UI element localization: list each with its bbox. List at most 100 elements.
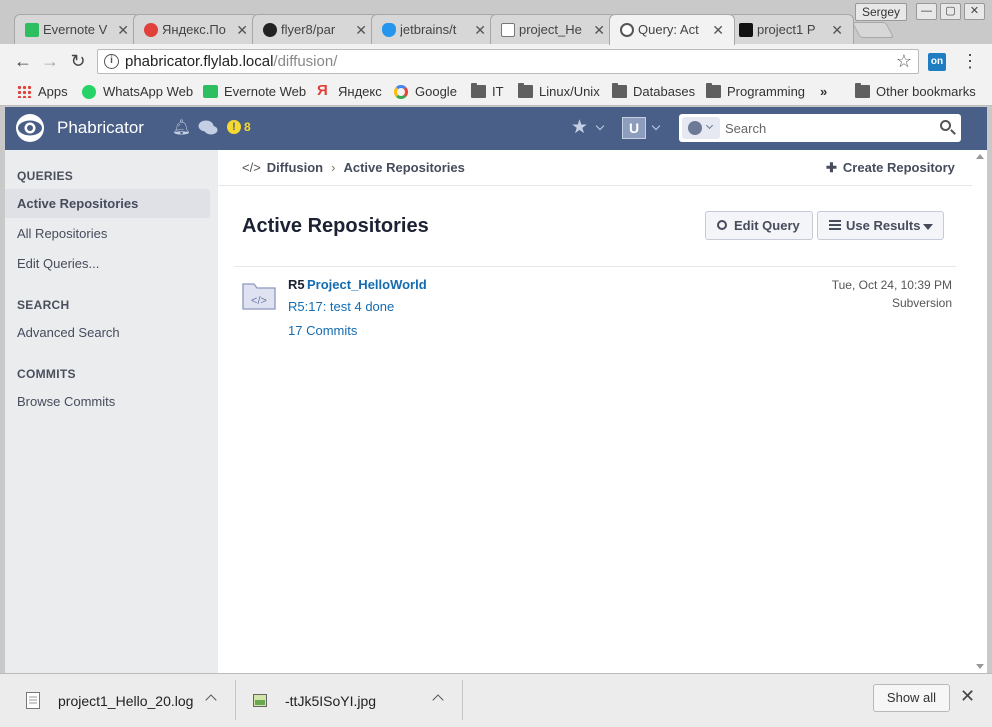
sidebar-item-advanced-search[interactable]: Advanced Search	[5, 318, 210, 347]
phabricator-icon	[620, 23, 634, 37]
search-scope-button[interactable]	[682, 117, 720, 139]
tab-evernote[interactable]: Evernote V ✕	[14, 14, 140, 45]
phabricator-logo-icon[interactable]	[13, 113, 47, 143]
close-tab-icon[interactable]: ✕	[236, 15, 248, 45]
site-info-icon[interactable]: i	[104, 54, 119, 69]
close-icon[interactable]: ✕	[960, 686, 975, 707]
browser-menu-icon[interactable]: ⋮	[961, 51, 979, 71]
close-tab-icon[interactable]: ✕	[712, 15, 724, 45]
bookmark-whatsapp[interactable]: WhatsApp Web	[82, 82, 193, 102]
sidebar-item-edit-queries[interactable]: Edit Queries...	[5, 249, 210, 278]
bookmarks-overflow-chevron[interactable]: »	[820, 82, 827, 102]
divider	[218, 185, 987, 186]
list-item: </> R5 Project_HelloWorld R5:17: test 4 …	[234, 267, 956, 347]
edit-query-button[interactable]: Edit Query	[705, 211, 813, 240]
download-shelf: project1_Hello_20.log -ttJk5ISoYI.jpg Sh…	[0, 673, 992, 727]
tab-strip: Evernote V ✕ Яндекс.По ✕ flyer8/par ✕ je…	[0, 0, 992, 45]
download-item[interactable]: -ttJk5ISoYI.jpg	[233, 682, 458, 720]
profile-button[interactable]: Sergey	[855, 3, 908, 21]
repository-folder-icon: </>	[242, 283, 276, 310]
alert-icon[interactable]: !	[227, 120, 241, 134]
breadcrumb-current[interactable]: Active Repositories	[343, 160, 464, 175]
create-repository-button[interactable]: ✚ Create Repository	[826, 160, 955, 176]
tab-teamcity[interactable]: project1 P ✕	[728, 14, 854, 45]
minimize-icon[interactable]: —	[916, 3, 937, 20]
breadcrumb-diffusion[interactable]: Diffusion	[267, 160, 323, 175]
chevron-up-icon[interactable]	[205, 694, 217, 706]
divider	[462, 680, 463, 720]
latest-commit-link[interactable]: R5:17: test 4 done	[288, 299, 394, 314]
image-file-icon	[253, 694, 267, 707]
user-avatar[interactable]: U	[622, 117, 646, 139]
back-arrow-icon[interactable]: ←	[11, 50, 35, 72]
tab-title: project1 P	[757, 22, 816, 37]
bookmark-folder-programming[interactable]: Programming	[706, 82, 805, 102]
scroll-up-icon[interactable]	[976, 154, 984, 159]
maximize-icon[interactable]: ▢	[940, 3, 961, 20]
search-icon[interactable]	[940, 120, 951, 131]
folder-icon	[706, 83, 721, 98]
commit-count-link[interactable]: 17 Commits	[288, 323, 357, 338]
tab-project[interactable]: project_He ✕	[490, 14, 616, 45]
globe-icon	[688, 121, 702, 135]
brand-name[interactable]: Phabricator	[57, 118, 144, 138]
close-tab-icon[interactable]: ✕	[831, 15, 843, 45]
bookmark-label: IT	[492, 84, 504, 99]
bookmark-apps[interactable]: Apps	[17, 82, 68, 102]
use-results-button[interactable]: Use Results	[817, 211, 944, 240]
bookmark-google[interactable]: Google	[394, 82, 457, 102]
scroll-down-icon[interactable]	[976, 664, 984, 669]
bookmark-yandex[interactable]: Я Яндекс	[317, 82, 382, 102]
bookmark-label: Linux/Unix	[539, 84, 600, 99]
tab-docker[interactable]: jetbrains/t ✕	[371, 14, 497, 45]
tab-title: Яндекс.По	[162, 22, 226, 37]
bookmark-folder-linux[interactable]: Linux/Unix	[518, 82, 600, 102]
new-tab-button[interactable]	[851, 22, 895, 38]
close-tab-icon[interactable]: ✕	[593, 15, 605, 45]
bookmark-folder-databases[interactable]: Databases	[612, 82, 695, 102]
notifications-bell-icon[interactable]: 🔔︎	[172, 119, 191, 137]
close-tab-icon[interactable]: ✕	[474, 15, 486, 45]
url-host: phabricator.flylab.local	[125, 53, 274, 70]
bookmark-folder-it[interactable]: IT	[471, 82, 504, 102]
browser-toolbar: ← → ↻ i phabricator.flylab.local/diffusi…	[0, 44, 992, 78]
close-tab-icon[interactable]: ✕	[117, 15, 129, 45]
sidebar-item-all-repositories[interactable]: All Repositories	[5, 219, 210, 248]
conpherence-chat-icon[interactable]	[198, 120, 218, 136]
text-file-icon	[26, 692, 40, 709]
evernote-icon	[203, 85, 218, 98]
address-bar[interactable]: i phabricator.flylab.local/diffusion/ ☆	[97, 49, 919, 74]
user-menu-caret-icon[interactable]	[651, 121, 661, 131]
url-path: /diffusion/	[273, 53, 338, 70]
tab-yandex[interactable]: Яндекс.По ✕	[133, 14, 259, 45]
repo-vcs-type: Subversion	[891, 296, 952, 310]
alert-count[interactable]: 8	[244, 120, 251, 134]
bookmark-label: WhatsApp Web	[103, 84, 194, 99]
repo-name-link[interactable]: Project_HelloWorld	[307, 277, 427, 292]
bookmark-evernote[interactable]: Evernote Web	[203, 82, 306, 102]
bookmark-star-icon[interactable]: ☆	[896, 51, 912, 72]
github-icon	[263, 23, 277, 37]
bookmark-label: Яндекс	[338, 84, 382, 99]
edit-query-label: Edit Query	[734, 218, 800, 233]
close-tab-icon[interactable]: ✕	[355, 15, 367, 45]
sidebar-item-active-repositories[interactable]: Active Repositories	[5, 189, 210, 218]
download-item[interactable]: project1_Hello_20.log	[6, 682, 231, 720]
sidebar-heading-search: SEARCH	[17, 298, 70, 312]
favorites-star-icon[interactable]: ★	[571, 116, 588, 139]
forward-arrow-icon[interactable]: →	[38, 50, 62, 72]
bookmark-other[interactable]: Other bookmarks	[855, 82, 976, 102]
sidebar: QUERIES Active Repositories All Reposito…	[5, 150, 218, 673]
chevron-up-icon[interactable]	[432, 694, 444, 706]
window-close-icon[interactable]: ✕	[964, 3, 985, 20]
search-input[interactable]	[725, 118, 925, 138]
tab-phabricator[interactable]: Query: Act ✕	[609, 14, 735, 45]
scrollbar[interactable]	[972, 150, 987, 673]
favorites-caret-icon[interactable]	[595, 121, 605, 131]
sidebar-item-browse-commits[interactable]: Browse Commits	[5, 387, 210, 416]
show-all-button[interactable]: Show all	[873, 684, 950, 712]
download-filename: -ttJk5ISoYI.jpg	[285, 693, 377, 709]
tab-github[interactable]: flyer8/par ✕	[252, 14, 378, 45]
reload-icon[interactable]: ↻	[66, 50, 90, 72]
extension-on-icon[interactable]: on	[928, 53, 946, 71]
